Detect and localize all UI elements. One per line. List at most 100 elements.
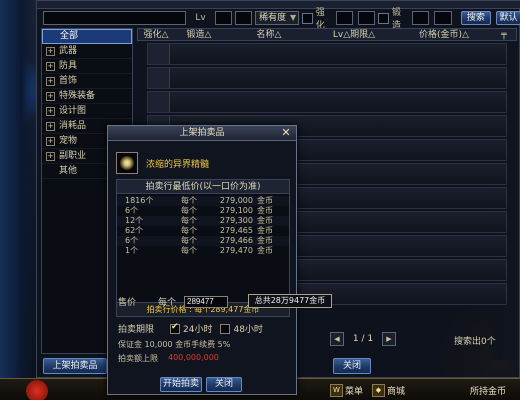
search-button[interactable]: 搜索 [460, 11, 492, 25]
price-input[interactable] [184, 295, 229, 308]
search-result-count: 搜索出0个 [454, 337, 496, 347]
row-unit: 金币 [257, 196, 273, 205]
dialog-title: 上架拍卖品 [179, 128, 225, 138]
item-name: 浓缩的异界精髓 [146, 159, 210, 170]
row-qty: 12个 [125, 216, 144, 225]
enhance-min-field[interactable] [335, 11, 354, 25]
start-auction-button[interactable]: 开始拍卖 [160, 377, 202, 392]
price-label: 售价 [118, 298, 137, 308]
shop-button[interactable]: ◆ 商城 [372, 383, 405, 397]
auction-close-button[interactable]: 关闭 [333, 358, 371, 374]
deposit-info: 保证金 10,000 金币手续费 5% [118, 340, 231, 349]
price-row: 62个 每个 279,465 金币 [117, 226, 289, 236]
row-unit: 金币 [257, 246, 273, 255]
reset-button[interactable]: 默认 [496, 11, 520, 25]
price-row: 6个 每个 279,466 金币 [117, 236, 289, 246]
row-qty: 1个 [125, 246, 139, 255]
level-min-field[interactable] [214, 11, 232, 25]
item-slot [148, 92, 170, 112]
forge-min-field[interactable] [412, 11, 430, 25]
hp-orb [26, 380, 48, 400]
expand-icon[interactable]: + [46, 151, 55, 161]
expand-icon[interactable]: + [46, 46, 55, 56]
period-24h-option[interactable]: 24小时 [170, 322, 212, 335]
result-row[interactable] [147, 43, 507, 65]
row-price: 279,466 [219, 236, 253, 245]
price-tooltip: 总共28万9477金币 [248, 294, 332, 308]
price-row: 1816个 每个 279,000 金币 [117, 196, 289, 206]
col-level-period[interactable]: Lv△期限△ [314, 29, 394, 40]
menu-icon: W [330, 383, 343, 397]
forge-max-field[interactable] [434, 11, 452, 25]
col-forge[interactable]: 锻造△ [174, 29, 224, 40]
category-label: 其他 [59, 165, 78, 176]
auction-tab-bar [37, 1, 520, 9]
rarity-value: 稀有度 [259, 13, 287, 23]
menu-button[interactable]: W 菜单 [330, 383, 363, 397]
category-armor[interactable]: + 防具 [42, 59, 132, 74]
unchecked-icon [220, 323, 231, 334]
category-blueprint[interactable]: + 设计图 [42, 104, 132, 119]
row-price: 279,300 [219, 216, 253, 225]
level-max-field[interactable] [234, 11, 253, 25]
page-indicator: 1 / 1 [352, 334, 374, 344]
expand-icon[interactable]: + [46, 91, 55, 101]
expand-icon[interactable]: + [46, 121, 55, 131]
expand-icon[interactable]: + [46, 136, 55, 146]
category-label: 武器 [59, 45, 78, 56]
item-slot [148, 68, 170, 88]
dialog-close-button[interactable]: 关闭 [206, 377, 242, 392]
checked-icon [170, 322, 181, 334]
price-row: 6个 每个 279,100 金币 [117, 206, 289, 216]
gold-display: 所持金币 [470, 383, 506, 397]
category-label: 首饰 [59, 75, 78, 86]
expand-icon[interactable]: + [46, 76, 55, 86]
category-label: 全部 [60, 31, 79, 41]
list-item-button[interactable]: 上架拍卖品 [43, 358, 107, 374]
row-qty: 6个 [125, 206, 139, 215]
row-price: 279,465 [219, 226, 253, 235]
expand-icon[interactable]: + [46, 61, 55, 71]
list-item-dialog: 上架拍卖品 ✕ 浓缩的异界精髓 拍卖行最低价(以一口价为准) 1816个 每个 27… [107, 125, 332, 395]
category-label: 特殊装备 [59, 90, 96, 101]
row-unit: 金币 [257, 216, 273, 225]
dialog-title-bar[interactable]: 上架拍卖品 ✕ [108, 126, 296, 141]
menu-label: 菜单 [345, 386, 364, 397]
col-name[interactable]: 名称△ [224, 29, 314, 40]
price-row: 12个 每个 279,300 金币 [117, 216, 289, 226]
period-48h-option[interactable]: 48小时 [220, 322, 263, 335]
next-page-icon[interactable]: ▶ [382, 332, 396, 346]
search-input[interactable] [43, 11, 187, 25]
col-price[interactable]: 价格(金币)△ [394, 29, 494, 40]
result-row[interactable] [147, 91, 507, 113]
category-label: 消耗品 [59, 120, 87, 131]
forge-checkbox[interactable] [378, 12, 389, 24]
shop-label: 商城 [387, 386, 406, 397]
game-scene-left [0, 0, 36, 400]
row-qty: 62个 [125, 226, 144, 235]
row-price: 279,100 [219, 206, 253, 215]
ceiling-label: 拍卖额上限 [118, 354, 158, 363]
rarity-dropdown[interactable]: 稀有度 ▼ [255, 11, 300, 25]
pin-icon[interactable]: ╤ [494, 29, 514, 40]
ceiling-value: 400,000,000 [168, 353, 219, 362]
category-accessory[interactable]: + 首饰 [42, 74, 132, 89]
row-each: 每个 [181, 216, 197, 225]
expand-icon[interactable]: + [46, 106, 55, 116]
period-48h-label: 48小时 [233, 325, 263, 335]
price-row-input: 售价 每个 [118, 295, 229, 308]
dialog-item: 浓缩的异界精髓 [116, 152, 209, 174]
category-special-equipment[interactable]: + 特殊装备 [42, 89, 132, 104]
close-icon[interactable]: ✕ [280, 126, 292, 140]
chevron-down-icon: ▼ [290, 13, 297, 22]
result-row[interactable] [147, 67, 507, 89]
prev-page-icon[interactable]: ◀ [330, 332, 344, 346]
enhance-checkbox[interactable] [302, 12, 313, 24]
each-label: 每个 [158, 298, 177, 308]
period-label: 拍卖期限 [118, 325, 155, 335]
col-enhance[interactable]: 强化△ [138, 29, 174, 40]
category-weapon[interactable]: + 武器 [42, 44, 132, 59]
category-all[interactable]: 全部 [42, 29, 132, 44]
row-unit: 金币 [257, 236, 273, 245]
enhance-max-field[interactable] [358, 11, 376, 25]
